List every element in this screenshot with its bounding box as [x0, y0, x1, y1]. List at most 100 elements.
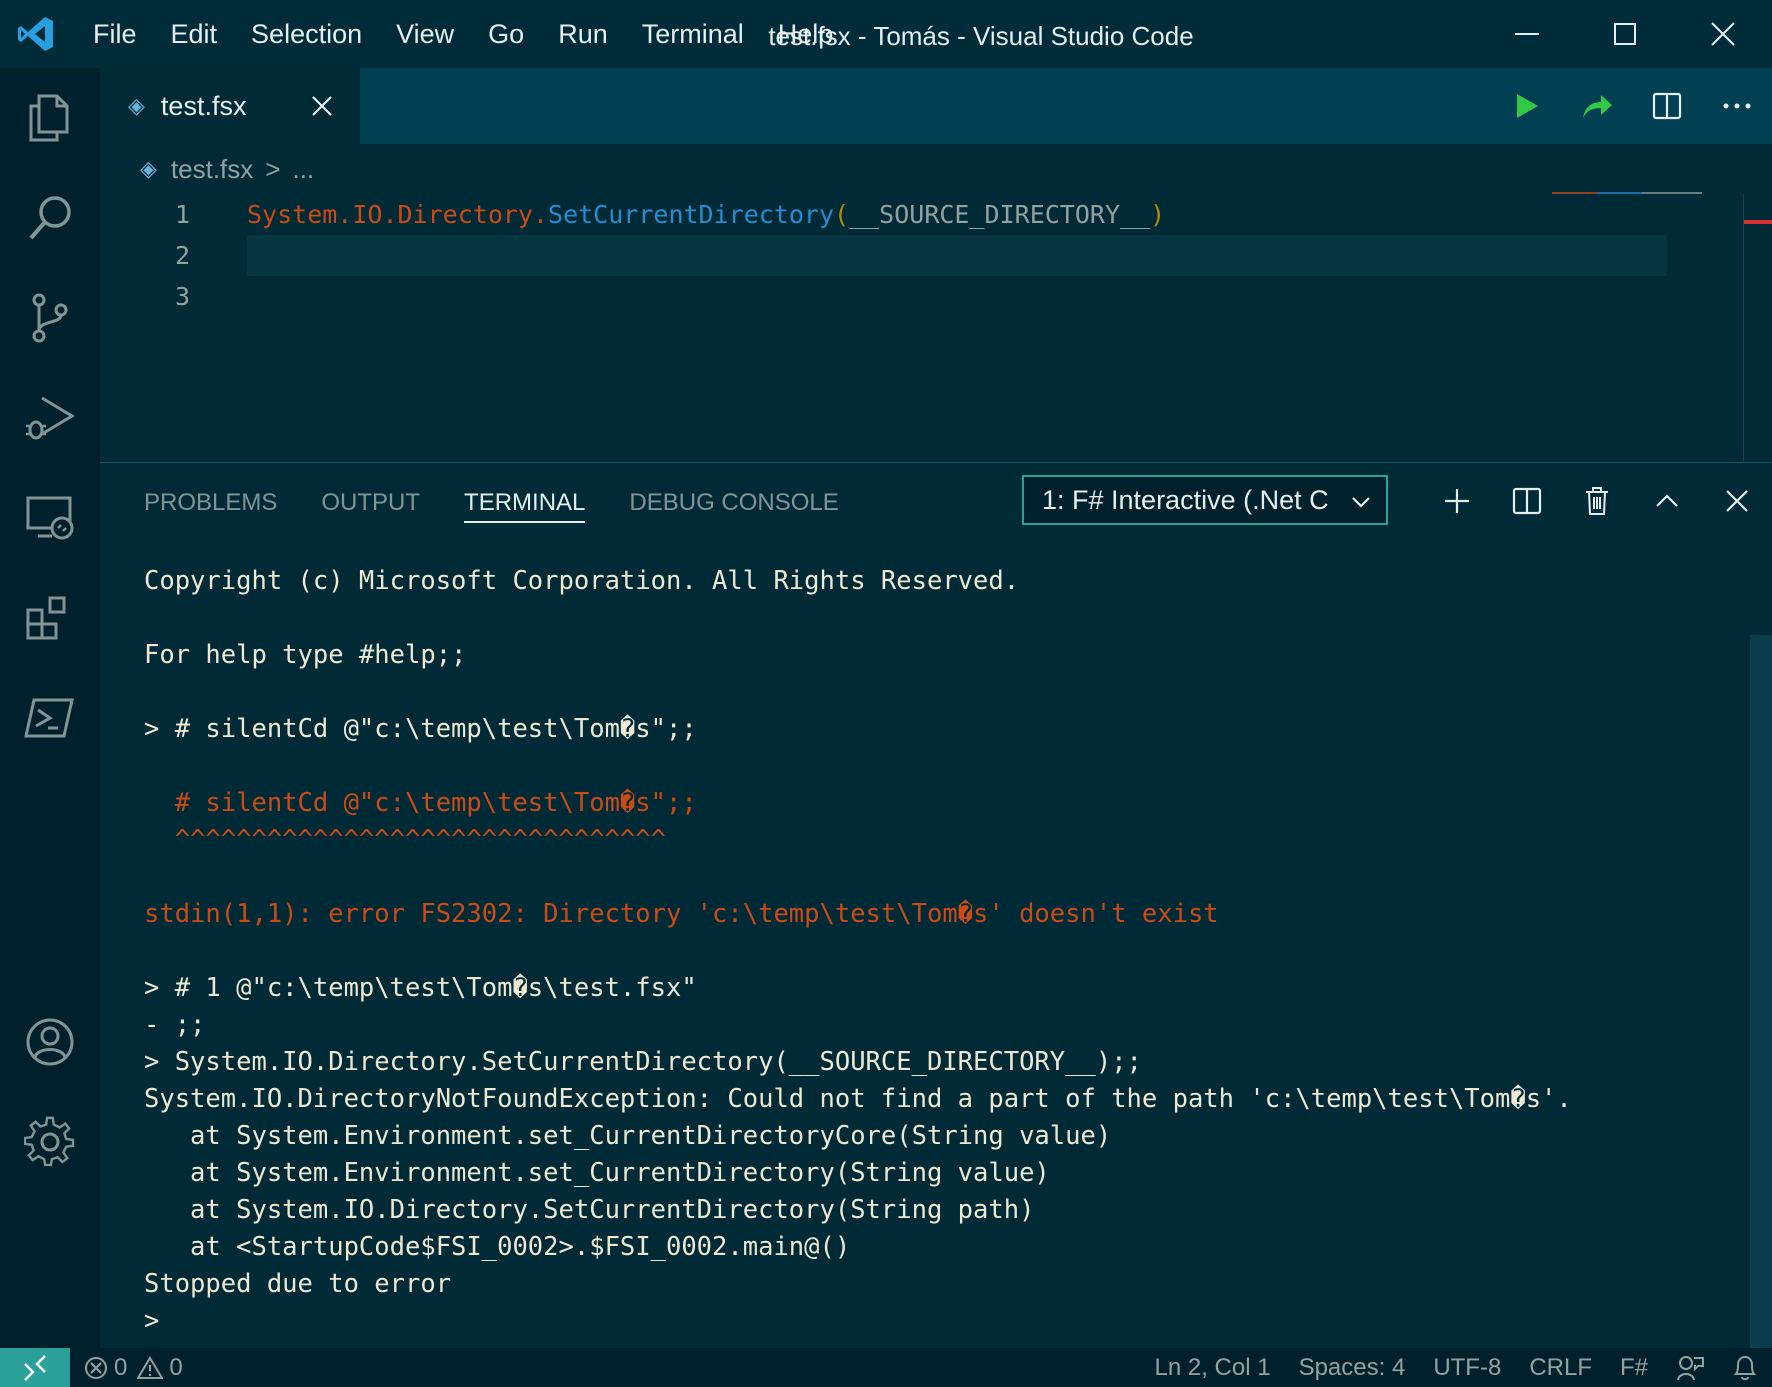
overview-ruler-marker — [1744, 220, 1772, 224]
remote-explorer-icon[interactable] — [0, 468, 100, 568]
menu-go[interactable]: Go — [471, 0, 541, 68]
menu-terminal[interactable]: Terminal — [625, 0, 761, 68]
status-bar: 0 0 Ln 2, Col 1 Spaces: 4 UTF-8 CRLF F# — [0, 1348, 1772, 1387]
search-icon[interactable] — [0, 168, 100, 268]
problems-status[interactable]: 0 0 — [70, 1354, 197, 1382]
bottom-panel: PROBLEMS OUTPUT TERMINAL DEBUG CONSOLE 1… — [100, 462, 1772, 1349]
window-controls — [1478, 0, 1772, 68]
line-number: 3 — [174, 282, 190, 311]
title-bar: File Edit Selection View Go Run Terminal… — [0, 0, 1772, 68]
terminal-line: - ;; — [144, 1010, 206, 1040]
powershell-icon[interactable] — [0, 668, 100, 768]
feedback-icon[interactable] — [1662, 1354, 1718, 1382]
chevron-down-icon — [1350, 489, 1372, 520]
terminal-line: at System.Environment.set_CurrentDirecto… — [144, 1158, 1050, 1188]
terminal-line: Copyright (c) Microsoft Corporation. All… — [144, 566, 1020, 596]
extensions-icon[interactable] — [0, 568, 100, 668]
terminal-line: ^^^^^^^^^^^^^^^^^^^^^^^^^^^^^^^^ — [144, 825, 666, 855]
notifications-bell-icon[interactable] — [1718, 1354, 1772, 1382]
error-count: 0 — [114, 1353, 128, 1381]
run-debug-icon[interactable] — [0, 368, 100, 468]
code-line[interactable]: 2 — [175, 235, 1667, 276]
account-icon[interactable] — [0, 992, 100, 1092]
error-icon — [85, 1356, 107, 1379]
split-terminal-icon[interactable] — [1492, 463, 1562, 539]
tab-terminal[interactable]: TERMINAL — [464, 463, 586, 543]
breadcrumb-file[interactable]: test.fsx — [171, 154, 253, 185]
new-terminal-icon[interactable] — [1422, 463, 1492, 539]
minimize-button[interactable] — [1478, 0, 1576, 68]
warning-icon — [137, 1355, 164, 1379]
terminal-line: > — [144, 1306, 160, 1336]
more-actions-icon[interactable] — [1702, 68, 1772, 144]
indentation[interactable]: Spaces: 4 — [1285, 1354, 1420, 1382]
fsharp-file-icon: ◈ — [140, 156, 157, 181]
vscode-logo-icon — [14, 12, 58, 56]
explorer-icon[interactable] — [0, 68, 100, 168]
tab-problems[interactable]: PROBLEMS — [144, 463, 277, 543]
encoding[interactable]: UTF-8 — [1419, 1354, 1515, 1382]
maximize-panel-icon[interactable] — [1632, 463, 1702, 539]
terminal-select-dropdown[interactable]: 1: F# Interactive (.Net C — [1022, 475, 1388, 525]
fsharp-file-icon: ◈ — [128, 93, 145, 118]
maximize-button[interactable] — [1576, 0, 1674, 68]
source-control-icon[interactable] — [0, 268, 100, 368]
terminal-line: System.IO.DirectoryNotFoundException: Co… — [144, 1084, 1572, 1114]
warning-count: 0 — [169, 1353, 183, 1381]
close-panel-icon[interactable] — [1702, 463, 1772, 539]
line-number: 2 — [174, 241, 190, 270]
code-line[interactable]: 3 — [100, 276, 1660, 317]
status-right: Ln 2, Col 1 Spaces: 4 UTF-8 CRLF F# — [1141, 1348, 1772, 1387]
line-number: 1 — [174, 200, 190, 229]
language-mode[interactable]: F# — [1606, 1354, 1662, 1382]
minimap[interactable] — [1552, 192, 1732, 200]
minimize-icon — [1515, 33, 1539, 35]
terminal-line: > # 1 @"c:\temp\test\Tom�s\test.fsx" — [144, 973, 697, 1003]
settings-gear-icon[interactable] — [0, 1092, 100, 1192]
editor-actions — [1492, 68, 1772, 144]
terminal-line: Stopped due to error — [144, 1269, 452, 1299]
terminal-line: at System.Environment.set_CurrentDirecto… — [144, 1121, 1112, 1151]
menu-edit[interactable]: Edit — [154, 0, 235, 68]
terminal-line: # silentCd @"c:\temp\test\Tom�s";; — [144, 788, 697, 818]
run-icon[interactable] — [1492, 68, 1562, 144]
menu-file[interactable]: File — [76, 0, 154, 68]
code-text: System.IO.Directory.SetCurrentDirectory(… — [247, 200, 1166, 229]
cursor-position[interactable]: Ln 2, Col 1 — [1141, 1354, 1285, 1382]
tab-debug-console[interactable]: DEBUG CONSOLE — [629, 463, 838, 543]
code-line[interactable]: 1 System.IO.Directory.SetCurrentDirectory… — [100, 194, 1660, 235]
menu-run[interactable]: Run — [541, 0, 625, 68]
menu-selection[interactable]: Selection — [234, 0, 379, 68]
panel-tabs: PROBLEMS OUTPUT TERMINAL DEBUG CONSOLE — [100, 463, 883, 543]
editor-tabs-bar: ◈ test.fsx — [100, 68, 1772, 144]
close-tab-icon[interactable] — [304, 88, 340, 124]
terminal-scrollbar[interactable] — [1750, 635, 1772, 1349]
breadcrumb-more[interactable]: ... — [292, 154, 314, 185]
breadcrumb: ◈ test.fsx > ... — [140, 144, 314, 194]
panel-actions — [1422, 463, 1772, 539]
terminal-line: at <StartupCode$FSI_0002>.$FSI_0002.main… — [144, 1232, 851, 1262]
menu-bar: File Edit Selection View Go Run Terminal… — [76, 0, 850, 68]
kill-terminal-icon[interactable] — [1562, 463, 1632, 539]
code-editor[interactable]: 1 System.IO.Directory.SetCurrentDirectory… — [100, 194, 1667, 317]
close-window-button[interactable] — [1674, 0, 1772, 68]
send-to-fsi-icon[interactable] — [1562, 68, 1632, 144]
maximize-icon — [1614, 23, 1636, 45]
terminal-line: For help type #help;; — [144, 640, 467, 670]
terminal-line: at System.IO.Directory.SetCurrentDirecto… — [144, 1195, 1035, 1225]
terminal-output[interactable]: Copyright (c) Microsoft Corporation. All… — [144, 563, 1572, 1340]
remote-indicator[interactable] — [0, 1348, 70, 1387]
menu-view[interactable]: View — [379, 0, 471, 68]
editor-tab-test-fsx[interactable]: ◈ test.fsx — [100, 68, 360, 144]
end-of-line[interactable]: CRLF — [1515, 1354, 1606, 1382]
activity-bar — [0, 68, 100, 1348]
remote-icon — [24, 1354, 46, 1381]
split-editor-icon[interactable] — [1632, 68, 1702, 144]
tab-output[interactable]: OUTPUT — [321, 463, 420, 543]
close-icon — [1711, 22, 1735, 46]
menu-help[interactable]: Help — [761, 0, 851, 68]
